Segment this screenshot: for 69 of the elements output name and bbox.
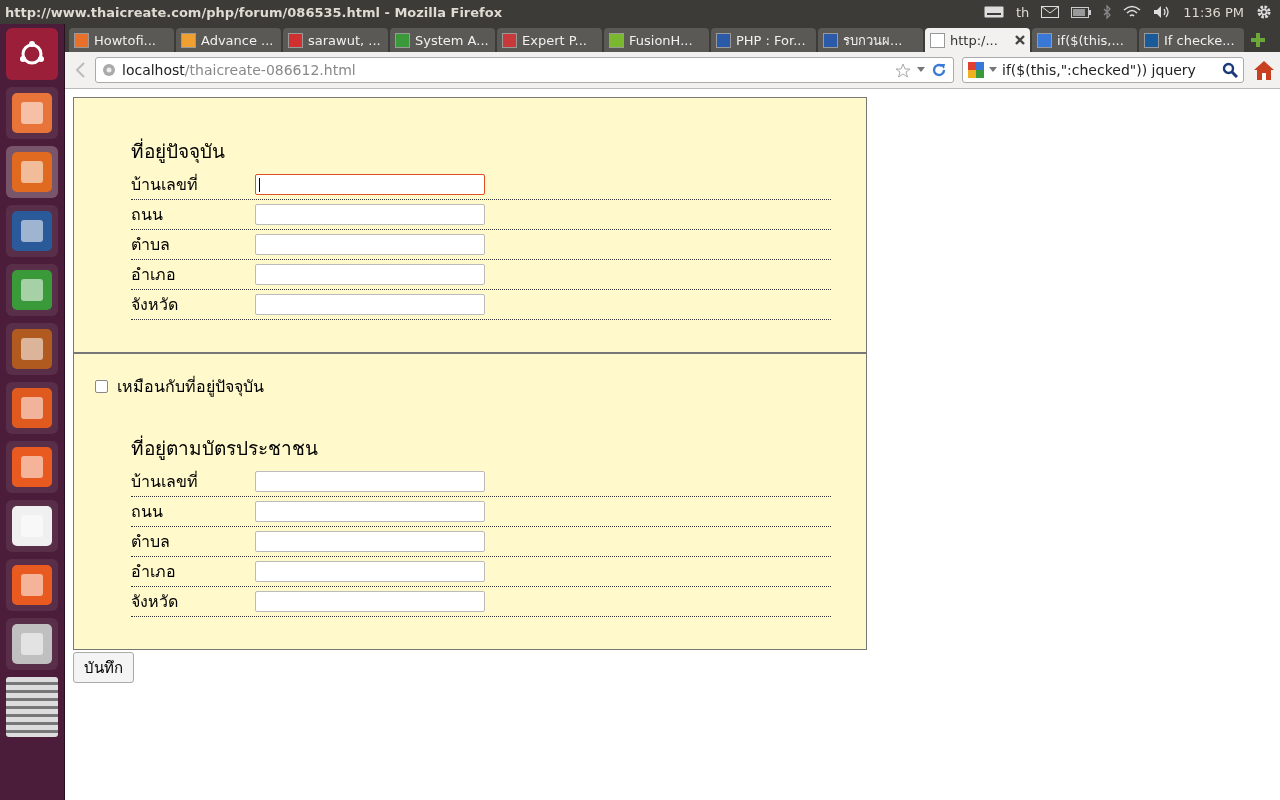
field-label: จังหวัด	[131, 591, 179, 613]
home-icon[interactable]	[1252, 59, 1276, 81]
field-label: บ้านเลขที่	[131, 173, 199, 196]
close-icon[interactable]	[1015, 35, 1025, 45]
input-field[interactable]	[255, 234, 485, 255]
google-icon[interactable]	[968, 62, 984, 78]
input-field[interactable]	[255, 561, 485, 582]
keyboard-layout[interactable]: th	[1016, 4, 1030, 20]
dropdown-icon[interactable]	[989, 67, 997, 73]
launcher-item[interactable]	[6, 441, 58, 493]
keyboard-icon[interactable]	[984, 6, 1004, 18]
field-label: ถนน	[131, 204, 164, 226]
browser-tab[interactable]: รบกวนผ...	[818, 28, 923, 52]
save-button[interactable]: บันทึก	[73, 652, 134, 683]
launcher-item[interactable]	[6, 559, 58, 611]
wifi-icon[interactable]	[1123, 5, 1142, 19]
input-field[interactable]	[255, 531, 485, 552]
section-heading: ที่อยู่ปัจจุบัน	[131, 137, 226, 165]
field-label: ตำบล	[131, 531, 171, 553]
browser-tab[interactable]: Howtofi...	[69, 28, 174, 52]
globe-icon	[102, 63, 116, 77]
field-label: บ้านเลขที่	[131, 470, 199, 493]
browser-tab[interactable]: PHP : For...	[711, 28, 816, 52]
dropdown-icon[interactable]	[917, 67, 925, 73]
checkbox[interactable]	[95, 380, 108, 393]
field-label: อำเภอ	[131, 264, 177, 286]
field-label: ตำบล	[131, 234, 171, 256]
field-label: ถนน	[131, 501, 164, 523]
section-heading: ที่อยู่ตามบัตรประชาชน	[131, 434, 319, 462]
browser-tab[interactable]: http:/...	[925, 28, 1030, 52]
reload-icon[interactable]	[931, 62, 947, 78]
launcher-item[interactable]	[6, 500, 58, 552]
input-field[interactable]	[255, 294, 485, 315]
browser-tab[interactable]: Expert P...	[497, 28, 602, 52]
battery-icon[interactable]	[1071, 6, 1092, 18]
launcher-item[interactable]	[6, 264, 58, 316]
input-field[interactable]	[255, 174, 485, 195]
field-label: อำเภอ	[131, 561, 177, 583]
dash-button[interactable]	[6, 28, 58, 80]
input-field[interactable]	[255, 264, 485, 285]
workspace-switcher[interactable]	[6, 677, 58, 737]
checkbox-label[interactable]: เหมือนกับที่อยู่ปัจจุบัน	[117, 374, 264, 399]
gear-icon[interactable]	[1256, 4, 1272, 20]
volume-icon[interactable]	[1153, 5, 1172, 19]
browser-tab[interactable]: sarawut, ...	[283, 28, 388, 52]
clock[interactable]: 11:36 PM	[1183, 4, 1244, 20]
launcher-item[interactable]	[6, 205, 58, 257]
browser-tab[interactable]: FusionH...	[604, 28, 709, 52]
browser-tab[interactable]: if($(this,...	[1032, 28, 1137, 52]
input-field[interactable]	[255, 501, 485, 522]
address-bar[interactable]: localhost/thaicreate-086612.html	[95, 57, 954, 83]
mail-icon[interactable]	[1041, 6, 1060, 18]
browser-tab[interactable]: System A...	[390, 28, 495, 52]
launcher-item[interactable]	[6, 382, 58, 434]
star-icon[interactable]	[895, 62, 911, 78]
plus-icon[interactable]	[1250, 32, 1266, 48]
search-icon[interactable]	[1222, 62, 1238, 78]
input-field[interactable]	[255, 204, 485, 225]
launcher-item[interactable]	[6, 323, 58, 375]
input-field[interactable]	[255, 591, 485, 612]
launcher-item[interactable]	[6, 87, 58, 139]
launcher-item[interactable]	[6, 618, 58, 670]
window-title: http://www.thaicreate.com/php/forum/086535.html - Mozilla Firefox	[5, 4, 503, 20]
input-field[interactable]	[255, 471, 485, 492]
browser-tab[interactable]: If checke...	[1139, 28, 1244, 52]
field-label: จังหวัด	[131, 294, 179, 316]
browser-tab[interactable]: Advance ...	[176, 28, 281, 52]
search-field[interactable]: if($(this,":checked")) jquery	[962, 57, 1244, 83]
bluetooth-icon[interactable]	[1103, 5, 1112, 19]
